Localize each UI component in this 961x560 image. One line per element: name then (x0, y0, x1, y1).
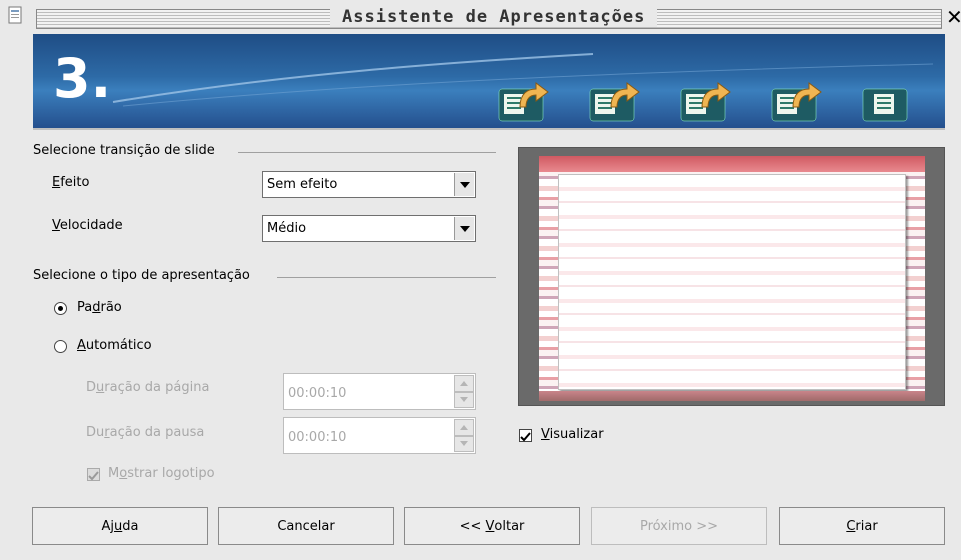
chevron-down-icon[interactable] (454, 173, 474, 196)
speed-mnemonic: V (52, 218, 60, 233)
pause-duration-value: 00:00:10 (288, 430, 347, 445)
standard-label-pre: Pa (77, 300, 93, 315)
preview-label-post: isualizar (549, 427, 604, 442)
pause-duration-label: Duração da pausa (86, 425, 204, 440)
pause-duration-spinner[interactable]: 00:00:10 (283, 417, 476, 454)
preview-checkbox[interactable] (519, 429, 532, 442)
standard-label-post: rão (100, 300, 122, 315)
page-duration-label-post: ração da página (104, 380, 210, 395)
page-duration-spinner[interactable]: 00:00:10 (283, 373, 476, 410)
step-3-page-with-arrow-icon (680, 82, 731, 122)
show-logo-checkbox[interactable] (87, 468, 100, 481)
preview-mnemonic: V (541, 427, 550, 442)
effect-label: Efeito (52, 175, 89, 190)
checkmark-icon (520, 432, 531, 442)
cancel-button[interactable]: Cancelar (218, 507, 394, 545)
automatic-mnemonic: A (77, 338, 86, 353)
effect-label-text: feito (60, 175, 90, 190)
chevron-down-icon[interactable] (454, 217, 474, 240)
slide-preview (518, 147, 945, 406)
window-title: Assistente de Apresentações (330, 7, 658, 27)
preview-label[interactable]: Visualizar (541, 427, 604, 442)
spin-up-icon[interactable] (454, 375, 474, 392)
step-2-page-with-arrow-icon (589, 82, 640, 122)
checkmark-icon (88, 471, 99, 481)
slide-bottom-band (539, 391, 925, 401)
standard-radio-label[interactable]: Padrão (77, 300, 122, 315)
slide-thumbnail (539, 156, 925, 401)
back-label-post: oltar (494, 518, 525, 534)
spin-down-icon[interactable] (454, 435, 474, 452)
automatic-radio[interactable] (54, 340, 67, 353)
standard-mnemonic: d (92, 300, 101, 315)
page-duration-label-pre: D (86, 380, 97, 395)
wizard-banner: 3. (33, 34, 945, 130)
title-bar: Assistente de Apresentações ✕ (0, 0, 961, 31)
step-number: 3. (53, 47, 112, 110)
transition-section-divider (238, 152, 496, 153)
page-duration-value: 00:00:10 (288, 386, 347, 401)
pause-duration-label-pre: Du (86, 425, 105, 440)
effect-dropdown[interactable]: Sem efeito (262, 171, 476, 198)
automatic-radio-label[interactable]: Automático (77, 338, 152, 353)
show-logo-label-pre: M (108, 466, 120, 481)
back-mnemonic: V (485, 518, 495, 534)
standard-radio[interactable] (54, 302, 67, 315)
presentation-document-icon (8, 6, 22, 24)
presentation-type-section-divider (277, 277, 496, 278)
slide-top-band (539, 156, 925, 172)
help-mnemonic: u (114, 518, 123, 534)
speed-dropdown[interactable]: Médio (262, 215, 476, 242)
effect-mnemonic: E (52, 175, 61, 190)
speed-dropdown-value: Médio (267, 221, 307, 236)
automatic-label-post: utomático (85, 338, 152, 353)
next-button[interactable]: Próximo >> (591, 507, 767, 545)
show-logo-label-post: strar logotipo (127, 466, 215, 481)
speed-label-text: elocidade (59, 218, 123, 233)
show-logo-mnemonic: o (119, 466, 128, 481)
create-button[interactable]: Criar (779, 507, 945, 545)
spin-down-icon[interactable] (454, 391, 474, 408)
effect-dropdown-value: Sem efeito (267, 177, 338, 192)
back-label-pre: << (459, 518, 486, 534)
transition-section-title: Selecione transição de slide (33, 143, 215, 158)
spin-up-icon[interactable] (454, 419, 474, 436)
close-icon[interactable]: ✕ (946, 5, 961, 29)
page-duration-label: Duração da página (86, 380, 209, 395)
step-1-page-with-arrow-icon (498, 82, 549, 122)
step-5-page-icon (862, 88, 908, 122)
pause-duration-label-post: ação da pausa (109, 425, 205, 440)
show-logo-label[interactable]: Mostrar logotipo (108, 466, 215, 481)
help-label-post: da (122, 518, 139, 534)
create-mnemonic: C (846, 518, 856, 534)
step-4-page-with-arrow-icon (771, 82, 822, 122)
help-button[interactable]: Aj u da (32, 507, 208, 545)
back-button[interactable]: << Voltar (404, 507, 580, 545)
create-label-post: riar (855, 518, 878, 534)
slide-content-area (558, 174, 906, 390)
speed-label: Velocidade (52, 218, 123, 233)
help-label-pre: Aj (101, 518, 115, 534)
presentation-type-section-title: Selecione o tipo de apresentação (33, 268, 250, 283)
